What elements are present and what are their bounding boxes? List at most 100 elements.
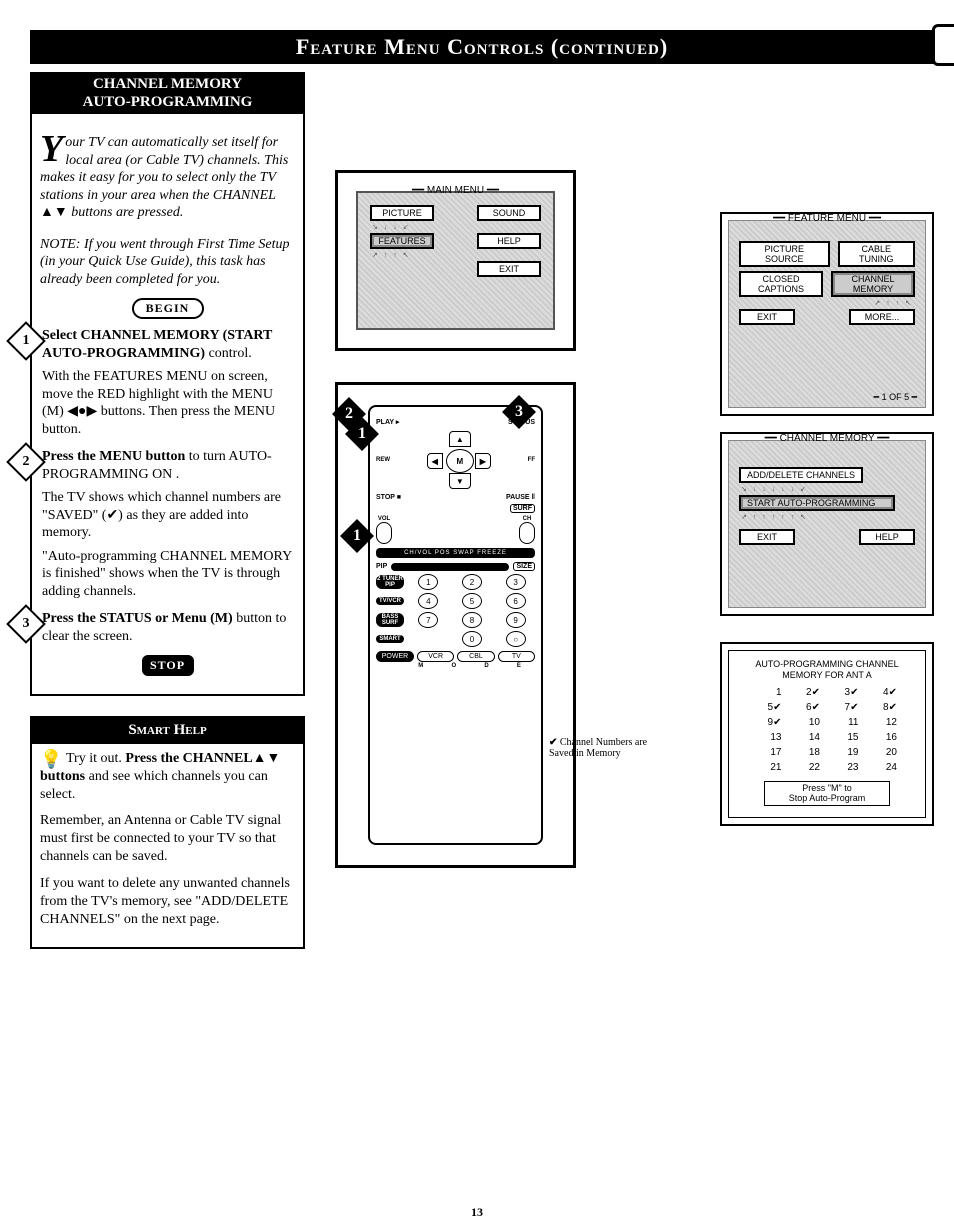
remote-mode-label: M O D E [376, 663, 535, 669]
numpad-enter-icon: ○ [506, 631, 526, 647]
remote-pip-bar-icon [391, 563, 509, 571]
page-number: 13 [0, 1205, 954, 1220]
channel-cell: 21 [757, 762, 782, 773]
title-line-2: AUTO-PROGRAMMING [34, 93, 301, 111]
auto-programming-screen: AUTO-PROGRAMMING CHANNEL MEMORY FOR ANT … [720, 642, 934, 826]
dpad-up-icon: ▲ [449, 431, 471, 447]
remote-rew-label: REW [376, 457, 390, 463]
remote-number-pad: 2 TUNER PIP 1 2 3 TV/VCR 4 5 6 BASS SURF… [376, 574, 535, 647]
numpad-9: 9 [506, 612, 526, 628]
main-menu-exit: EXIT [477, 261, 541, 277]
channel-cell: 23 [834, 762, 859, 773]
feature-page-indicator: ━ 1 OF 5 ━ [874, 392, 917, 403]
numpad-6: 6 [506, 593, 526, 609]
numpad-3: 3 [506, 574, 526, 590]
step-1-diamond-icon: 1 [6, 321, 46, 361]
channel-cell: 7✔ [834, 702, 859, 713]
cm-start-auto: START AUTO-PROGRAMMING [739, 495, 895, 511]
channel-cell: 2✔ [796, 687, 821, 698]
intro-rest: our TV can automatically set itself for … [40, 135, 288, 220]
header-square-icon [932, 24, 954, 66]
remote-ch-rocker [519, 522, 535, 544]
page-header-text: Feature Menu Controls (continued) [296, 34, 668, 60]
smart-help-title: Smart Help [32, 718, 303, 744]
auto-prog-title: AUTO-PROGRAMMING CHANNEL MEMORY FOR ANT … [737, 659, 917, 681]
channel-cell: 3✔ [834, 687, 859, 698]
remote-dpad: ▲ ▼ ◀ ▶ M [424, 431, 494, 489]
channel-cell: 4✔ [873, 687, 898, 698]
press-m-tip: Press "M" to Stop Auto-Program [764, 781, 890, 807]
channel-cell: 11 [834, 717, 859, 728]
step-3-diamond-icon: 3 [6, 604, 46, 644]
remote-pip-strip: CH/VOL POS SWAP FREEZE [376, 548, 535, 558]
remote-stop-label: STOP ■ [376, 494, 401, 501]
feature-exit: EXIT [739, 309, 795, 325]
smart-p2: Remember, an Antenna or Cable TV signal … [40, 812, 295, 867]
channel-cell: 17 [757, 747, 782, 758]
remote-size-label: SIZE [513, 562, 535, 571]
numpad-0: 0 [462, 631, 482, 647]
instruction-column: CHANNEL MEMORY AUTO-PROGRAMMING Your TV … [30, 72, 305, 949]
channel-grid: 12✔3✔4✔5✔6✔7✔8✔9✔10111213141516171819202… [757, 687, 897, 773]
channel-cell: 10 [796, 717, 821, 728]
saved-in-memory-note: Channel Numbers are Saved in Memory [549, 737, 669, 759]
smart-p3: If you want to delete any unwanted chann… [40, 875, 295, 930]
step-2-diamond-icon: 2 [6, 442, 46, 482]
remote-control: PLAY ▸STATUS REW ▲ ▼ ◀ ▶ M FF STOP ■PAUS… [368, 405, 543, 845]
highlight-marks-icon: ↘ ↓ ↓ ↙ [372, 223, 539, 231]
dpad-down-icon: ▼ [449, 473, 471, 489]
remote-power-button: POWER [376, 651, 414, 662]
intro-paragraph: Your TV can automatically set itself for… [40, 134, 295, 222]
drop-cap: Y [40, 134, 65, 164]
page-header: Feature Menu Controls (continued) [30, 30, 934, 64]
channel-cell: 5✔ [757, 702, 782, 713]
channel-cell: 19 [834, 747, 859, 758]
highlight-marks-icon-3: ↗ ↑ ↑ ↖ [741, 299, 913, 307]
channel-memory-title: ━━ CHANNEL MEMORY ━━ [729, 433, 925, 444]
numpad-5: 5 [462, 593, 482, 609]
channel-cell: 1 [757, 687, 782, 698]
channel-cell: 12 [873, 717, 898, 728]
channel-cell: 6✔ [796, 702, 821, 713]
highlight-marks-icon-4: ↘ ↓ ↓ ↓ ↓ ↓ ↙ [741, 485, 913, 493]
lightbulb-icon: 💡 [40, 750, 62, 768]
channel-cell: 8✔ [873, 702, 898, 713]
remote-surf-label: SURF [510, 504, 535, 513]
dpad-right-icon: ▶ [475, 453, 491, 469]
numpad-label-3: SMART [376, 635, 404, 643]
numpad-label-1: TV/VCR [376, 597, 404, 605]
numpad-4: 4 [418, 593, 438, 609]
step-3-lead: Press the STATUS or Menu (M) [42, 611, 233, 626]
numpad-1: 1 [418, 574, 438, 590]
remote-pause-label: PAUSE ‖ [506, 494, 535, 501]
numpad-label-2: BASS SURF [376, 613, 404, 627]
feature-cable-tuning: CABLE TUNING [838, 241, 915, 267]
highlight-marks-icon-2: ↗ ↑ ↑ ↖ [372, 251, 539, 259]
smart-lead-1: Try it out. [66, 751, 125, 766]
callout-diamond-1-icon: 1 [345, 417, 379, 451]
feature-channel-memory: CHANNEL MEMORY [831, 271, 915, 297]
cm-exit: EXIT [739, 529, 795, 545]
remote-illustration-frame: PLAY ▸STATUS REW ▲ ▼ ◀ ▶ M FF STOP ■PAUS… [335, 382, 576, 868]
step-2-detail-b: "Auto-programming CHANNEL MEMORY is fini… [42, 548, 295, 601]
channel-cell: 15 [834, 732, 859, 743]
feature-menu-title: ━━ FEATURE MENU ━━ [729, 213, 925, 224]
step-1-tail: control. [205, 346, 252, 361]
remote-ff-label: FF [528, 457, 535, 463]
stop-pill: STOP [142, 655, 194, 676]
numpad-8: 8 [462, 612, 482, 628]
section-title-channel-memory: CHANNEL MEMORY AUTO-PROGRAMMING [30, 72, 305, 114]
numpad-label-0: 2 TUNER PIP [376, 575, 404, 589]
feature-menu-screen: ━━ FEATURE MENU ━━ PICTURE SOURCE CABLE … [720, 212, 934, 416]
remote-play-label: PLAY ▸ [376, 418, 399, 426]
dpad-left-icon: ◀ [427, 453, 443, 469]
feature-picture-source: PICTURE SOURCE [739, 241, 830, 267]
channel-cell: 13 [757, 732, 782, 743]
step-3: 3 Press the STATUS or Menu (M) button to… [40, 610, 295, 645]
step-2-detail-a: The TV shows which channel numbers are "… [42, 489, 295, 542]
cm-add-delete: ADD/DELETE CHANNELS [739, 467, 863, 483]
highlight-marks-icon-5: ↗ ↑ ↑ ↑ ↑ ↑ ↖ [741, 513, 913, 521]
dpad-menu-button: M [446, 449, 474, 473]
main-menu-sound: SOUND [477, 205, 541, 221]
channel-cell: 16 [873, 732, 898, 743]
